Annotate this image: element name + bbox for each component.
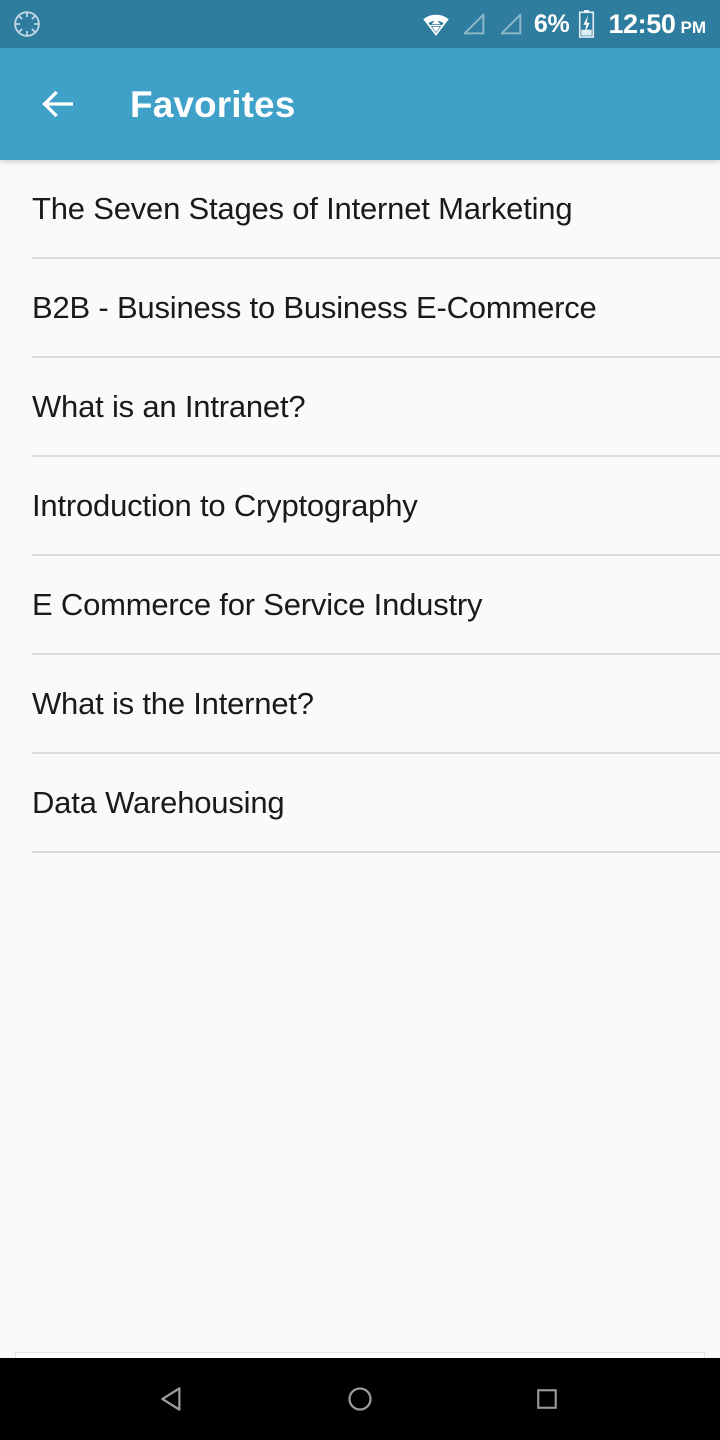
list-item-label: Data Warehousing [32, 785, 285, 821]
sync-circle-icon [12, 9, 42, 39]
list-item-label: E Commerce for Service Industry [32, 587, 483, 623]
android-navigation-bar [0, 1358, 720, 1440]
nav-back-button[interactable] [135, 1361, 211, 1437]
status-bar-clock: 12:50 PM [608, 8, 707, 39]
nav-recents-button[interactable] [509, 1361, 585, 1437]
nav-recents-square-icon [532, 1384, 562, 1414]
list-item[interactable]: Data Warehousing [0, 754, 720, 853]
favorites-list-container[interactable]: The Seven Stages of Internet Marketing B… [0, 160, 720, 1358]
clock-ampm: PM [680, 17, 707, 37]
signal-triangle-icon [497, 10, 525, 38]
list-item[interactable]: E Commerce for Service Industry [0, 556, 720, 655]
list-item[interactable]: B2B - Business to Business E-Commerce [0, 259, 720, 358]
favorites-list: The Seven Stages of Internet Marketing B… [0, 160, 720, 853]
nav-back-triangle-icon [156, 1382, 190, 1416]
list-item[interactable]: Introduction to Cryptography [0, 457, 720, 556]
clock-time: 12:50 [608, 8, 676, 39]
arrow-back-icon [38, 84, 78, 124]
nav-home-button[interactable] [322, 1361, 398, 1437]
back-button[interactable] [30, 76, 86, 132]
signal-triangle-icon [460, 10, 488, 38]
list-item[interactable]: The Seven Stages of Internet Marketing [0, 160, 720, 259]
phone-screen: 6% 12:50 PM Favorites The Seven Stages o… [0, 0, 720, 1440]
list-item[interactable]: What is the Internet? [0, 655, 720, 754]
wifi-icon [421, 9, 451, 39]
page-title: Favorites [130, 83, 296, 125]
battery-percent-label: 6% [533, 9, 570, 38]
status-bar-right: 6% 12:50 PM [421, 9, 706, 39]
app-bar: Favorites [0, 48, 720, 160]
status-bar: 6% 12:50 PM [0, 0, 720, 48]
status-bar-left [12, 9, 421, 39]
list-item-label: Introduction to Cryptography [32, 488, 418, 524]
nav-home-circle-icon [343, 1382, 377, 1416]
list-item-label: B2B - Business to Business E-Commerce [32, 290, 597, 326]
list-item-label: What is an Intranet? [32, 389, 306, 425]
list-item[interactable]: What is an Intranet? [0, 358, 720, 457]
battery-charging-icon [578, 10, 595, 38]
list-item-label: The Seven Stages of Internet Marketing [32, 191, 573, 227]
list-item-label: What is the Internet? [32, 686, 314, 722]
